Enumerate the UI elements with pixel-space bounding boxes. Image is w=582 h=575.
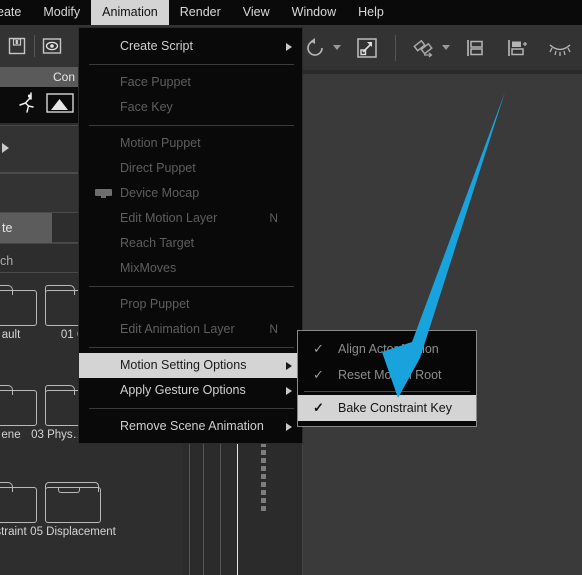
template-row[interactable]: te (0, 213, 78, 243)
submenu-item-bake-constraint-key[interactable]: ✓ Bake Constraint Key (298, 395, 476, 421)
tree-row-group-b[interactable] (0, 173, 78, 213)
menubar-item-animation[interactable]: Animation (91, 0, 169, 25)
content-panel-title: Con (0, 67, 78, 87)
checkmark-icon: ✓ (313, 367, 324, 382)
main-viewport[interactable] (302, 74, 582, 575)
motion-setting-options-submenu[interactable]: ✓ Align Actor Motion ✓ Reset Motion Root… (297, 330, 477, 427)
submenu-item-align-actor-motion[interactable]: ✓ Align Actor Motion (298, 336, 476, 362)
scale-expand-icon[interactable] (347, 29, 387, 67)
chevron-right-icon (286, 43, 292, 51)
menu-item-label: Device Mocap (120, 186, 200, 200)
menubar-item-eate[interactable]: eate (0, 0, 32, 25)
menu-separator (89, 286, 294, 287)
menu-item-device-mocap[interactable]: Device Mocap (79, 181, 302, 206)
menu-item-label: Motion Puppet (120, 136, 201, 150)
menubar-item-modify[interactable]: Modify (32, 0, 91, 25)
menubar-item-help[interactable]: Help (347, 0, 395, 25)
menu-separator (89, 64, 294, 65)
align-left-icon[interactable] (456, 29, 496, 67)
chevron-right-icon (286, 423, 292, 431)
animation-menu[interactable]: Create Script Face Puppet Face Key Motio… (78, 27, 303, 444)
timeline-key-dots (261, 442, 267, 514)
menu-separator (89, 408, 294, 409)
menubar-item-render[interactable]: Render (169, 0, 232, 25)
menu-item-edit-animation-layer[interactable]: Edit Animation Layer N (79, 317, 302, 342)
toolbar-separator (395, 34, 396, 61)
menu-item-label: Create Script (120, 39, 193, 53)
menu-item-label: Motion Setting Options (120, 358, 247, 372)
menu-item-direct-puppet[interactable]: Direct Puppet (79, 156, 302, 181)
submenu-item-reset-motion-root[interactable]: ✓ Reset Motion Root (298, 362, 476, 388)
menubar-item-view[interactable]: View (232, 0, 281, 25)
menubar-item-window[interactable]: Window (281, 0, 347, 25)
submenu-item-label: Reset Motion Root (338, 368, 442, 382)
application-window: Con te ch ault 01 C ene 03 Phys…ftcloth … (0, 0, 582, 575)
save-floppy-icon[interactable] (0, 31, 34, 61)
eye-preview-icon[interactable] (35, 31, 69, 61)
submenu-separator (304, 391, 470, 392)
chevron-right-icon (286, 387, 292, 395)
menu-item-label: Face Puppet (120, 75, 191, 89)
menu-separator (89, 125, 294, 126)
menu-item-apply-gesture-options[interactable]: Apply Gesture Options (79, 378, 302, 403)
rotate-dropdown-caret-icon[interactable] (333, 45, 341, 50)
menu-item-label: Edit Motion Layer (120, 211, 218, 225)
scene-mountain-icon[interactable] (46, 91, 74, 120)
checkmark-icon: ✓ (313, 400, 324, 415)
menu-item-shortcut: N (269, 211, 278, 225)
link-attach-icon[interactable] (404, 29, 444, 67)
list-item[interactable]: 05 Displacement (30, 478, 116, 538)
menu-bar: eate Modify Animation Render View Window Help (0, 0, 582, 25)
menu-item-motion-puppet[interactable]: Motion Puppet (79, 131, 302, 156)
checkmark-icon: ✓ (313, 341, 324, 356)
menu-item-reach-target[interactable]: Reach Target (79, 231, 302, 256)
menu-item-label: Face Key (120, 100, 173, 114)
menu-item-label: Direct Puppet (120, 161, 196, 175)
menu-item-label: MixMoves (120, 261, 177, 275)
menu-item-prop-puppet[interactable]: Prop Puppet (79, 292, 302, 317)
content-category-icons (0, 87, 78, 123)
link-dropdown-caret-icon[interactable] (442, 45, 450, 50)
menu-item-face-key[interactable]: Face Key (79, 95, 302, 120)
expand-caret-icon[interactable] (2, 143, 9, 153)
tree-row-group-a[interactable] (0, 125, 78, 173)
left-panel-toolbar (0, 25, 78, 67)
menu-item-label: Apply Gesture Options (120, 383, 246, 397)
menu-item-label: Edit Animation Layer (120, 322, 235, 336)
eyelash-blink-icon[interactable] (540, 29, 580, 67)
align-add-icon[interactable] (498, 29, 538, 67)
menu-item-label: Remove Scene Animation (120, 419, 264, 433)
menu-item-face-puppet[interactable]: Face Puppet (79, 70, 302, 95)
motion-run-icon[interactable] (14, 90, 40, 121)
folder-icon (45, 478, 101, 523)
menu-item-edit-motion-layer[interactable]: Edit Motion Layer N (79, 206, 302, 231)
menu-item-mixmoves[interactable]: MixMoves (79, 256, 302, 281)
submenu-item-label: Align Actor Motion (338, 342, 439, 356)
menu-item-remove-scene-animation[interactable]: Remove Scene Animation (79, 414, 302, 439)
menu-item-shortcut: N (269, 322, 278, 336)
menu-item-motion-setting-options[interactable]: Motion Setting Options (79, 353, 302, 378)
template-row-label: te (0, 213, 52, 243)
menu-item-label: Prop Puppet (120, 297, 190, 311)
submenu-item-label: Bake Constraint Key (338, 401, 452, 415)
menu-separator (89, 347, 294, 348)
menu-item-label: Reach Target (120, 236, 195, 250)
chevron-right-icon (286, 362, 292, 370)
folder-label: 05 Displacement (30, 526, 116, 538)
menu-item-create-script[interactable]: Create Script (79, 34, 302, 59)
